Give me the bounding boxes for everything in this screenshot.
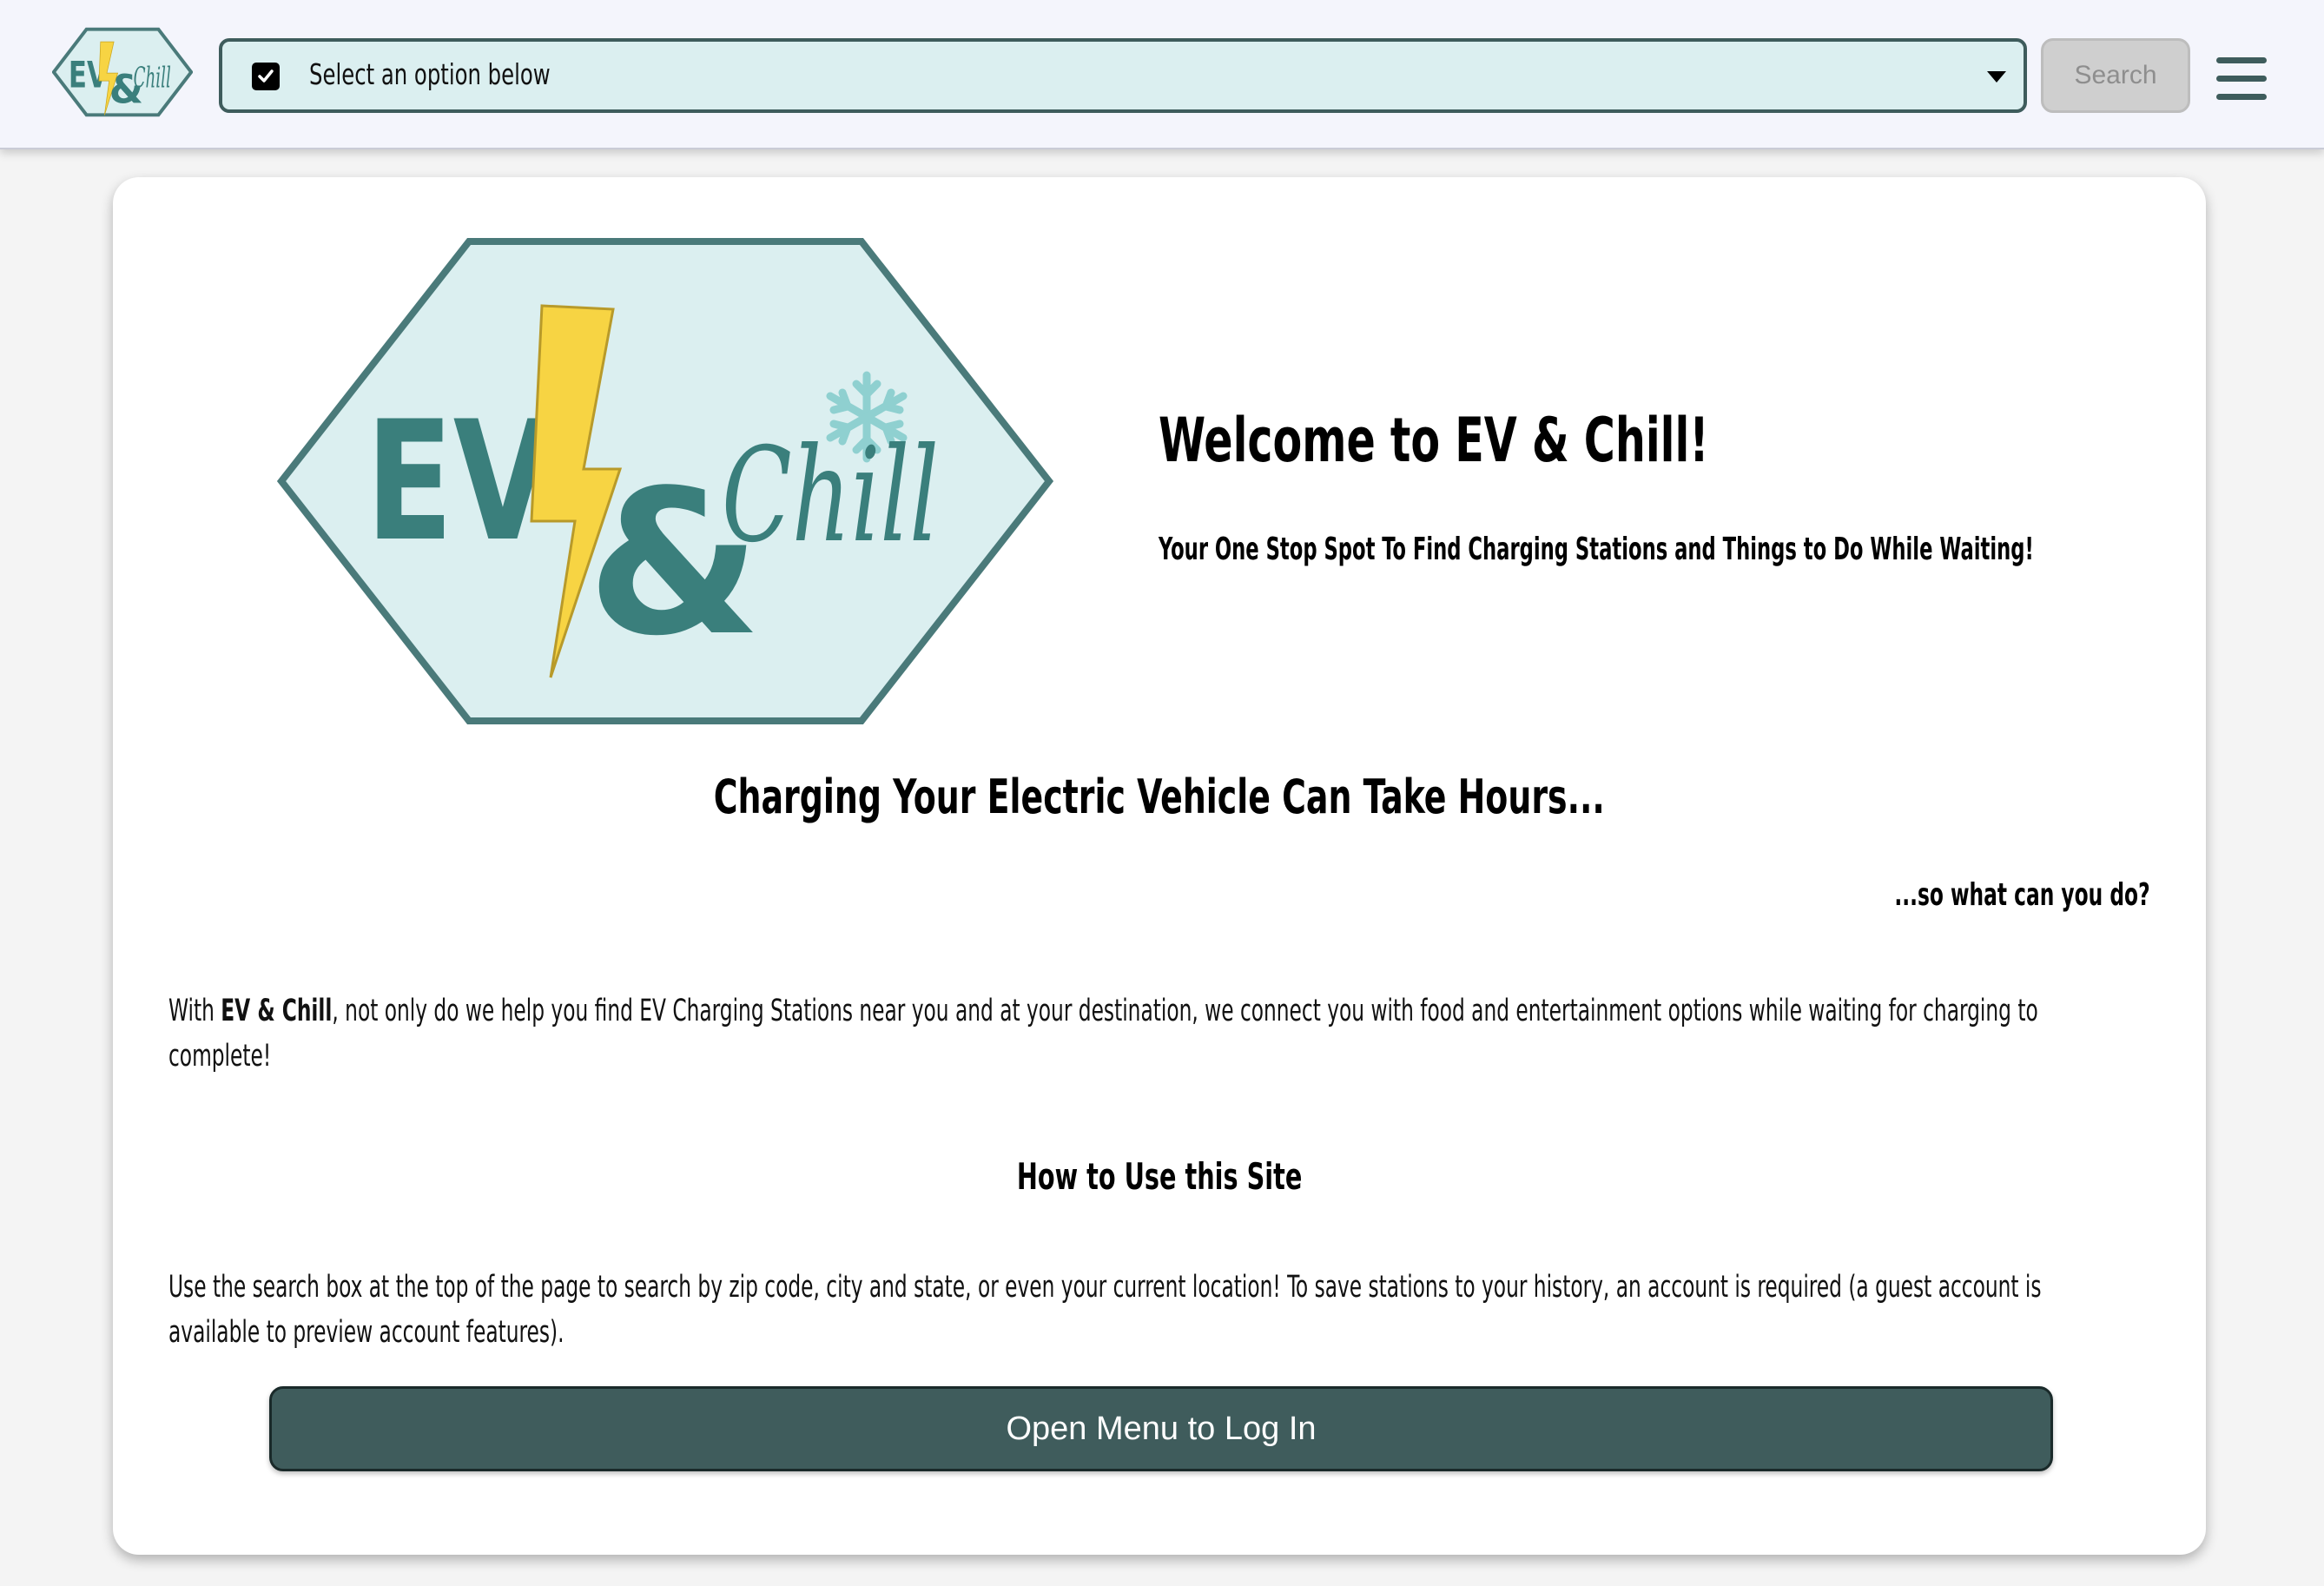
logo-text-chill: Chill <box>722 420 939 572</box>
hours-heading: Charging Your Electric Vehicle Can Take … <box>713 770 1606 824</box>
open-menu-login-button[interactable]: Open Menu to Log In <box>269 1386 2053 1471</box>
intro-brand: EV & Chill <box>221 994 333 1028</box>
search-button[interactable]: Search <box>2041 38 2190 113</box>
hamburger-menu-icon[interactable] <box>2216 57 2267 102</box>
page-title: Welcome to EV & Chill! <box>1159 405 1709 476</box>
option-select[interactable]: Select an option below <box>219 38 2027 113</box>
page-subtitle: Your One Stop Spot To Find Charging Stat… <box>1159 532 2034 567</box>
select-value: Select an option below <box>309 57 551 91</box>
intro-prefix: With <box>168 994 221 1028</box>
brand-logo-small[interactable]: EV & Chill <box>52 26 193 118</box>
what-can-you-do-text: ...so what can you do? <box>1894 877 2150 913</box>
checkbox-checked-icon[interactable] <box>252 63 280 90</box>
intro-rest: , not only do we help you find EV Chargi… <box>168 994 2038 1074</box>
intro-paragraph: With EV & Chill, not only do we help you… <box>168 988 2166 1079</box>
how-to-use-text-wrapper: Use the search box at the top of the pag… <box>168 1265 2166 1355</box>
how-to-use-text: Use the search box at the top of the pag… <box>168 1270 2042 1350</box>
brand-logo-large: EV & Chill <box>276 238 1054 724</box>
svg-text:Chill: Chill <box>134 61 171 94</box>
how-to-use-heading: How to Use this Site <box>1016 1155 1303 1198</box>
logo-text-ev: EV <box>366 386 552 578</box>
top-navbar: EV & Chill Select an option below Search <box>0 0 2324 149</box>
chevron-down-icon[interactable] <box>1987 71 2006 83</box>
